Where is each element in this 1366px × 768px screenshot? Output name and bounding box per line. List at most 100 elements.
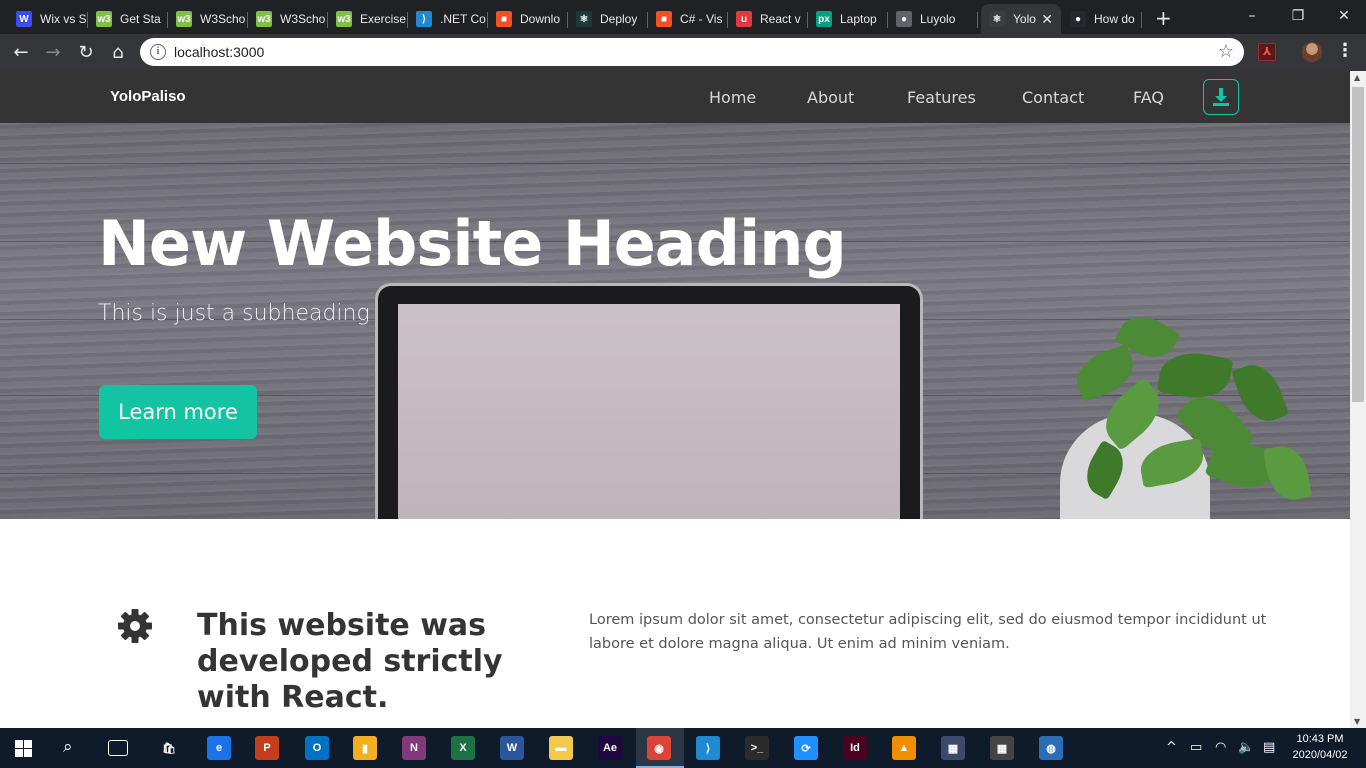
tab-title: React v [760, 12, 801, 26]
info-icon[interactable]: i [150, 44, 166, 60]
site-navbar: YoloPaliso Home About Features Contact F… [0, 71, 1350, 123]
windows-start-icon[interactable] [15, 740, 32, 757]
new-tab-button[interactable]: + [1155, 6, 1172, 30]
outlook-icon[interactable]: O [305, 736, 329, 760]
browser-tab[interactable]: px Laptop [808, 4, 888, 34]
home-icon[interactable]: ⌂ [106, 41, 130, 65]
volume-icon[interactable]: 🔈 [1238, 740, 1254, 755]
tab-title: How do [1094, 12, 1135, 26]
nav-home[interactable]: Home [709, 88, 756, 107]
close-tab-icon[interactable]: ✕ [1041, 11, 1053, 28]
sync-icon[interactable]: ⟳ [794, 736, 818, 760]
browser-tab[interactable]: w3 W3Scho [248, 4, 328, 34]
browser-tab[interactable]: ⚛ Deploy [568, 4, 648, 34]
taskview-icon[interactable] [108, 740, 128, 756]
edge-icon[interactable]: e [207, 736, 231, 760]
scroll-down-icon[interactable]: ▼ [1354, 717, 1360, 726]
feature-heading: This website was developed strictly with… [197, 608, 503, 715]
microsoft-icon: ■ [496, 11, 512, 27]
hero-banner: New Website Heading This is just a subhe… [0, 123, 1350, 519]
browser-tab[interactable]: ⟩ .NET Co [408, 4, 488, 34]
file-explorer-icon[interactable]: ▬ [549, 736, 573, 760]
tab-title: Exercise [360, 12, 407, 26]
browser-tab[interactable]: ● Luyolo [888, 4, 978, 34]
microsoft-icon: ■ [656, 11, 672, 27]
tray-chevron-icon[interactable]: ^ [1166, 740, 1177, 755]
bookmark-star-icon[interactable]: ☆ [1218, 41, 1234, 62]
after-effects-icon[interactable]: Ae [598, 736, 622, 760]
scrollbar-thumb[interactable] [1352, 87, 1364, 402]
page-scrollbar[interactable]: ▲ ▼ [1350, 71, 1366, 728]
powerpoint-icon[interactable]: P [255, 736, 279, 760]
game-icon[interactable]: ▦ [941, 736, 965, 760]
wood-grain [0, 163, 1350, 164]
close-window-button[interactable]: ✕ [1321, 4, 1366, 28]
clock-time: 10:43 PM [1296, 733, 1344, 745]
maximize-button[interactable]: ❐ [1275, 4, 1321, 28]
clock-date: 2020/04/02 [1292, 749, 1348, 761]
browser-tab[interactable]: w3 Get Sta [88, 4, 168, 34]
battery-icon[interactable]: ▭ [1190, 740, 1202, 755]
files-icon[interactable]: ▮ [353, 736, 377, 760]
github-icon: ● [1070, 11, 1086, 27]
page-viewport: YoloPaliso Home About Features Contact F… [0, 71, 1350, 728]
url-text[interactable]: localhost:3000 [174, 44, 264, 60]
word-icon[interactable]: W [500, 736, 524, 760]
nav-features[interactable]: Features [907, 88, 976, 107]
network-app-icon[interactable]: ◍ [1039, 736, 1063, 760]
tab-title: Luyolo [920, 12, 956, 26]
forward-icon[interactable]: → [41, 41, 65, 65]
indesign-icon[interactable]: Id [843, 736, 867, 760]
tab-separator [977, 12, 978, 28]
browser-tab-strip: + – ❐ ✕ W Wix vs S w3 Get Sta w3 W3Scho w3 W3Sc… [0, 0, 1366, 34]
reload-icon[interactable]: ↻ [74, 41, 98, 65]
react-icon: ⚛ [989, 11, 1005, 27]
browser-tab[interactable]: ■ Downlo [488, 4, 568, 34]
terminal-icon[interactable]: >_ [745, 736, 769, 760]
tab-active[interactable]: ⚛ Yolo ✕ [981, 4, 1061, 34]
browser-tab[interactable]: w3 Exercise [328, 4, 408, 34]
onenote-icon[interactable]: N [402, 736, 426, 760]
react-blog-icon: u [736, 11, 752, 27]
hero-subheading: This is just a subheading [98, 301, 370, 326]
address-bar[interactable]: i localhost:3000 ☆ [140, 38, 1244, 66]
windows-taskbar: ⌕ ^ ▭ ◠ 🔈 ▤ 10:43 PM 2020/04/02 🛍 e P O ▮ N X W… [0, 728, 1366, 768]
browser-tab[interactable]: w3 W3Scho [168, 4, 248, 34]
gear-icon [118, 609, 152, 643]
hero-heading: New Website Heading [98, 207, 847, 280]
chrome-icon[interactable]: ◉ [647, 736, 671, 760]
browser-menu-icon[interactable]: ⋮ [1336, 40, 1354, 61]
photo-app-icon[interactable]: ▦ [990, 736, 1014, 760]
nav-about[interactable]: About [807, 88, 854, 107]
tab-title: W3Scho [200, 12, 246, 26]
tab-title: Laptop [840, 12, 877, 26]
store-icon[interactable]: 🛍 [157, 736, 181, 760]
minimize-button[interactable]: – [1229, 4, 1275, 28]
system-clock[interactable]: 10:43 PM 2020/04/02 [1290, 731, 1350, 763]
browser-tab[interactable]: ● How do [1062, 4, 1142, 34]
vscode-icon: ⟩ [416, 11, 432, 27]
react-icon: ⚛ [576, 11, 592, 27]
vscode-icon[interactable]: ⟩ [696, 736, 720, 760]
nav-faq[interactable]: FAQ [1133, 88, 1164, 107]
browser-tab[interactable]: u React v [728, 4, 808, 34]
wifi-icon[interactable]: ◠ [1215, 740, 1226, 755]
scroll-up-icon[interactable]: ▲ [1354, 73, 1360, 82]
nav-contact[interactable]: Contact [1022, 88, 1084, 107]
site-brand[interactable]: YoloPaliso [110, 88, 186, 105]
browser-tab[interactable]: ■ C# - Vis [648, 4, 728, 34]
wix-icon: W [16, 11, 32, 27]
learn-more-button[interactable]: Learn more [99, 385, 257, 439]
pdf-extension-icon[interactable]: ⅄ [1258, 43, 1276, 61]
laptop-image [375, 283, 923, 519]
vlc-icon[interactable]: ▲ [892, 736, 916, 760]
download-button[interactable] [1203, 79, 1239, 115]
download-icon [1213, 88, 1229, 106]
browser-tab[interactable]: W Wix vs S [8, 4, 88, 34]
tab-title: W3Scho [280, 12, 326, 26]
excel-icon[interactable]: X [451, 736, 475, 760]
search-icon[interactable]: ⌕ [63, 737, 73, 757]
back-icon[interactable]: ← [9, 41, 33, 65]
profile-avatar[interactable] [1302, 42, 1322, 62]
notification-icon[interactable]: ▤ [1263, 740, 1275, 755]
